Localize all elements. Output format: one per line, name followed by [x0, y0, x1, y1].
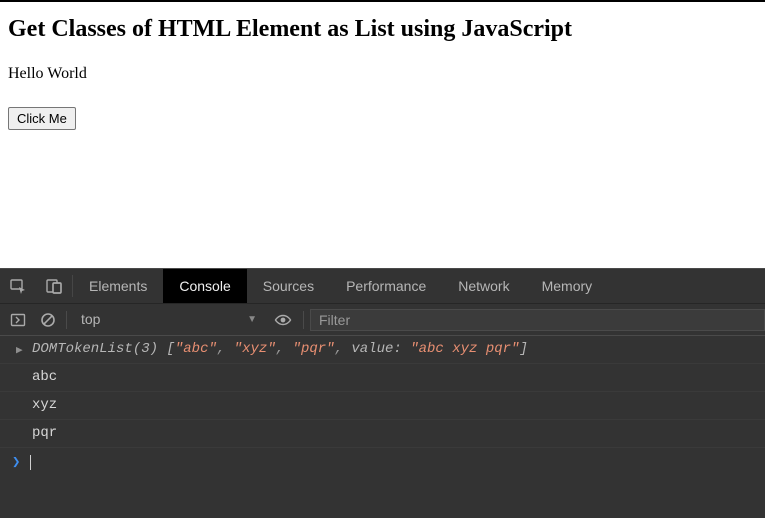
page-heading: Get Classes of HTML Element as List usin…	[8, 16, 757, 43]
live-expression-icon[interactable]	[271, 308, 295, 332]
devtools-tabbar: Elements Console Sources Performance Net…	[0, 268, 765, 304]
tab-memory[interactable]: Memory	[526, 269, 609, 303]
console-row: xyz	[0, 392, 765, 420]
console-prompt[interactable]: ❯	[0, 448, 765, 477]
console-output: ▶ DOMTokenList(3) ["abc", "xyz", "pqr", …	[0, 336, 765, 518]
page-content: Get Classes of HTML Element as List usin…	[0, 0, 765, 268]
devtools-panel: Elements Console Sources Performance Net…	[0, 268, 765, 518]
console-row-object[interactable]: ▶ DOMTokenList(3) ["abc", "xyz", "pqr", …	[0, 336, 765, 364]
token-key: value:	[351, 341, 401, 357]
object-count: (3)	[133, 341, 158, 357]
text-cursor	[30, 455, 31, 470]
tab-network[interactable]: Network	[442, 269, 525, 303]
filter-placeholder: Filter	[319, 312, 350, 328]
device-toggle-icon[interactable]	[36, 269, 72, 303]
context-selector[interactable]: top ▼	[73, 309, 263, 331]
context-selector-label: top	[81, 311, 100, 327]
chevron-down-icon: ▼	[247, 314, 257, 325]
tab-console[interactable]: Console	[163, 269, 246, 303]
tab-performance[interactable]: Performance	[330, 269, 442, 303]
prompt-caret-icon: ❯	[12, 454, 20, 471]
tab-sources[interactable]: Sources	[247, 269, 330, 303]
filter-input[interactable]: Filter	[310, 309, 765, 331]
inspect-element-icon[interactable]	[0, 269, 36, 303]
token-str: "abc"	[175, 341, 217, 357]
token-str: "pqr"	[293, 341, 335, 357]
console-row: abc	[0, 364, 765, 392]
tab-elements[interactable]: Elements	[73, 269, 163, 303]
bracket: [	[166, 341, 174, 357]
separator	[66, 311, 67, 329]
page-text: Hello World	[8, 65, 757, 83]
object-type: DOMTokenList	[32, 341, 133, 357]
separator	[303, 311, 304, 329]
token-str: "xyz"	[234, 341, 276, 357]
console-sidebar-toggle-icon[interactable]	[6, 308, 30, 332]
token-str: "abc xyz pqr"	[410, 341, 519, 357]
console-toolbar: top ▼ Filter	[0, 304, 765, 336]
expand-icon[interactable]: ▶	[16, 343, 23, 357]
clear-console-icon[interactable]	[36, 308, 60, 332]
console-row: pqr	[0, 420, 765, 448]
click-me-button[interactable]: Click Me	[8, 107, 76, 130]
